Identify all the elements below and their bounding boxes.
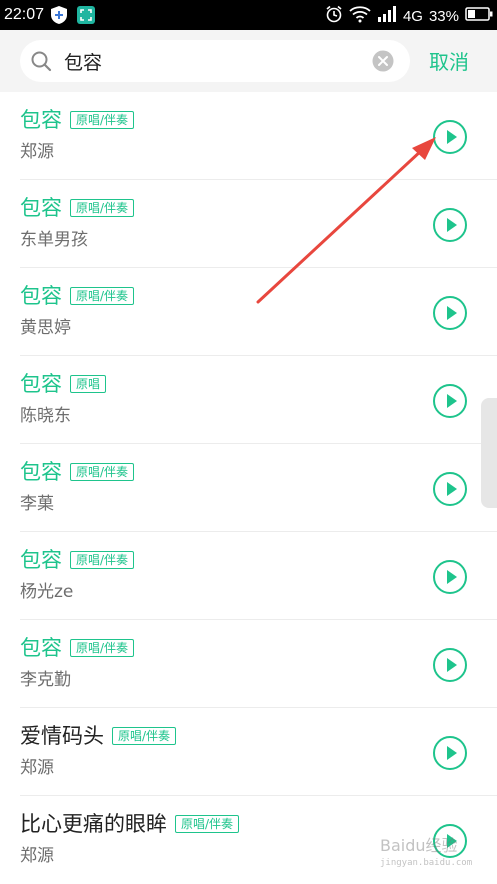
- play-button[interactable]: [433, 120, 467, 154]
- search-header: [0, 30, 497, 92]
- status-bar: 22:07 4G 33%: [0, 0, 497, 30]
- watermark-text: Baidu经验: [380, 836, 458, 855]
- wifi-icon: [349, 5, 371, 27]
- version-tag: 原唱/伴奏: [70, 463, 135, 481]
- battery-percent: 33%: [428, 7, 459, 25]
- artist-name: 郑源: [20, 758, 54, 778]
- play-icon: [447, 306, 457, 320]
- version-tag: 原唱: [70, 375, 107, 393]
- signal-icon: [377, 6, 397, 26]
- song-title: 包容: [20, 284, 62, 308]
- song-title: 包容: [20, 636, 62, 660]
- play-icon: [447, 394, 457, 408]
- network-type: 4G: [402, 7, 423, 25]
- list-item[interactable]: 包容 原唱/伴奏 郑源: [0, 92, 497, 180]
- scan-icon: [76, 5, 96, 30]
- artist-name: 郑源: [20, 846, 54, 866]
- artist-name: 陈晓东: [20, 406, 71, 426]
- play-button[interactable]: [433, 384, 467, 418]
- song-title: 包容: [20, 108, 62, 132]
- artist-name: 郑源: [20, 142, 54, 162]
- song-title: 包容: [20, 372, 62, 396]
- play-button[interactable]: [433, 472, 467, 506]
- status-right: 4G 33%: [325, 5, 493, 27]
- search-input[interactable]: [64, 40, 364, 82]
- play-button[interactable]: [433, 648, 467, 682]
- play-icon: [447, 658, 457, 672]
- play-icon: [447, 482, 457, 496]
- clear-icon[interactable]: [372, 50, 394, 76]
- title-row: 包容 原唱: [20, 371, 107, 397]
- artist-name: 东单男孩: [20, 230, 88, 250]
- result-list: 包容 原唱/伴奏 郑源 包容 原唱/伴奏 东单男孩 包容 原唱/伴奏 黄思婷 包…: [0, 92, 497, 884]
- song-title: 包容: [20, 460, 62, 484]
- play-icon: [447, 746, 457, 760]
- play-icon: [447, 570, 457, 584]
- artist-name: 李克勤: [20, 670, 71, 690]
- version-tag: 原唱/伴奏: [70, 199, 135, 217]
- play-button[interactable]: [433, 296, 467, 330]
- play-icon: [447, 218, 457, 232]
- artist-name: 李菓: [20, 494, 54, 514]
- search-icon: [30, 50, 52, 76]
- title-row: 包容 原唱/伴奏: [20, 635, 135, 661]
- song-title: 比心更痛的眼眸: [20, 812, 167, 836]
- play-button[interactable]: [433, 736, 467, 770]
- version-tag: 原唱/伴奏: [70, 111, 135, 129]
- list-item[interactable]: 包容 原唱/伴奏 李克勤: [0, 620, 497, 708]
- song-title: 包容: [20, 196, 62, 220]
- watermark-url: jingyan.baidu.com: [380, 858, 473, 868]
- title-row: 包容 原唱/伴奏: [20, 195, 135, 221]
- list-item[interactable]: 包容 原唱 陈晓东: [0, 356, 497, 444]
- version-tag: 原唱/伴奏: [70, 639, 135, 657]
- search-box[interactable]: [20, 40, 410, 82]
- play-button[interactable]: [433, 560, 467, 594]
- title-row: 比心更痛的眼眸 原唱/伴奏: [20, 811, 240, 837]
- list-item[interactable]: 爱情码头 原唱/伴奏 郑源: [0, 708, 497, 796]
- battery-icon: [465, 7, 493, 25]
- list-item[interactable]: 包容 原唱/伴奏 杨光ze: [0, 532, 497, 620]
- list-item[interactable]: 包容 原唱/伴奏 李菓: [0, 444, 497, 532]
- version-tag: 原唱/伴奏: [70, 551, 135, 569]
- title-row: 爱情码头 原唱/伴奏: [20, 723, 177, 749]
- version-tag: 原唱/伴奏: [70, 287, 135, 305]
- list-item[interactable]: 包容 原唱/伴奏 东单男孩: [0, 180, 497, 268]
- title-row: 包容 原唱/伴奏: [20, 283, 135, 309]
- watermark: Baidu经验 jingyan.baidu.com: [376, 828, 494, 876]
- artist-name: 杨光ze: [20, 582, 74, 602]
- song-title: 包容: [20, 548, 62, 572]
- version-tag: 原唱/伴奏: [112, 727, 177, 745]
- status-time: 22:07: [4, 6, 45, 23]
- cancel-button[interactable]: 取消: [429, 46, 469, 75]
- title-row: 包容 原唱/伴奏: [20, 107, 135, 133]
- title-row: 包容 原唱/伴奏: [20, 547, 135, 573]
- play-icon: [447, 130, 457, 144]
- play-button[interactable]: [433, 208, 467, 242]
- title-row: 包容 原唱/伴奏: [20, 459, 135, 485]
- shield-icon: [50, 5, 68, 30]
- version-tag: 原唱/伴奏: [175, 815, 240, 833]
- list-item[interactable]: 包容 原唱/伴奏 黄思婷: [0, 268, 497, 356]
- side-scroll-handle[interactable]: [481, 398, 497, 508]
- alarm-icon: [325, 5, 343, 27]
- artist-name: 黄思婷: [20, 318, 71, 338]
- song-title: 爱情码头: [20, 724, 104, 748]
